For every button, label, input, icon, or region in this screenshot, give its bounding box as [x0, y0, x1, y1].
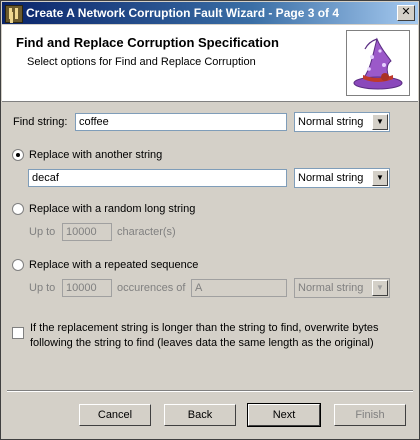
close-icon[interactable]: ✕ [397, 5, 415, 21]
repeated-sequence-input[interactable]: A [191, 279, 287, 297]
back-button[interactable]: Back [164, 404, 236, 426]
window-title: Create A Network Corruption Fault Wizard… [26, 6, 340, 20]
overwrite-label-line2: following the string to find (leaves dat… [30, 337, 374, 349]
replace-random-radio[interactable] [12, 203, 24, 215]
repeated-type-select[interactable]: Normal string ▼ [294, 278, 390, 298]
button-separator [7, 390, 413, 392]
replace-another-radio[interactable] [12, 149, 24, 161]
find-string-label: Find string: [13, 116, 68, 128]
find-type-select[interactable]: Normal string ▼ [294, 112, 390, 132]
overwrite-label-line1: If the replacement string is longer than… [30, 322, 379, 334]
title-bar[interactable]: Create A Network Corruption Fault Wizard… [2, 2, 418, 24]
find-type-value: Normal string [298, 116, 364, 128]
cancel-button[interactable]: Cancel [79, 404, 151, 426]
repeated-count-input[interactable]: 10000 [62, 279, 112, 297]
random-upto-label: Up to [29, 226, 56, 238]
wizard-hat-icon [346, 30, 410, 96]
repeated-upto-label: Up to [29, 282, 56, 294]
overwrite-checkbox[interactable] [12, 327, 24, 339]
wizard-header: Find and Replace Corruption Specificatio… [2, 25, 418, 102]
chevron-down-icon[interactable]: ▼ [372, 114, 388, 130]
replace-string-input[interactable]: decaf [28, 169, 287, 187]
replace-type-value: Normal string [298, 172, 364, 184]
find-string-input[interactable]: coffee [75, 113, 287, 131]
random-length-input[interactable]: 10000 [62, 223, 112, 241]
replace-random-label[interactable]: Replace with a random long string [29, 203, 195, 215]
overwrite-label[interactable]: If the replacement string is longer than… [30, 321, 379, 351]
repeated-type-value: Normal string [298, 282, 364, 294]
replace-type-select[interactable]: Normal string ▼ [294, 168, 390, 188]
replace-repeated-label[interactable]: Replace with a repeated sequence [29, 259, 198, 271]
next-button[interactable]: Next [247, 403, 321, 427]
replace-repeated-radio[interactable] [12, 259, 24, 271]
chevron-down-icon[interactable]: ▼ [372, 170, 388, 186]
page-title: Find and Replace Corruption Specificatio… [16, 35, 279, 50]
app-icon [5, 5, 23, 23]
random-unit-label: character(s) [117, 226, 176, 238]
replace-another-label[interactable]: Replace with another string [29, 149, 162, 161]
wizard-window: Create A Network Corruption Fault Wizard… [0, 0, 420, 440]
repeated-of-label: occurences of [117, 282, 186, 294]
page-subtitle: Select options for Find and Replace Corr… [27, 56, 256, 68]
chevron-down-icon[interactable]: ▼ [372, 280, 388, 296]
finish-button[interactable]: Finish [334, 404, 406, 426]
